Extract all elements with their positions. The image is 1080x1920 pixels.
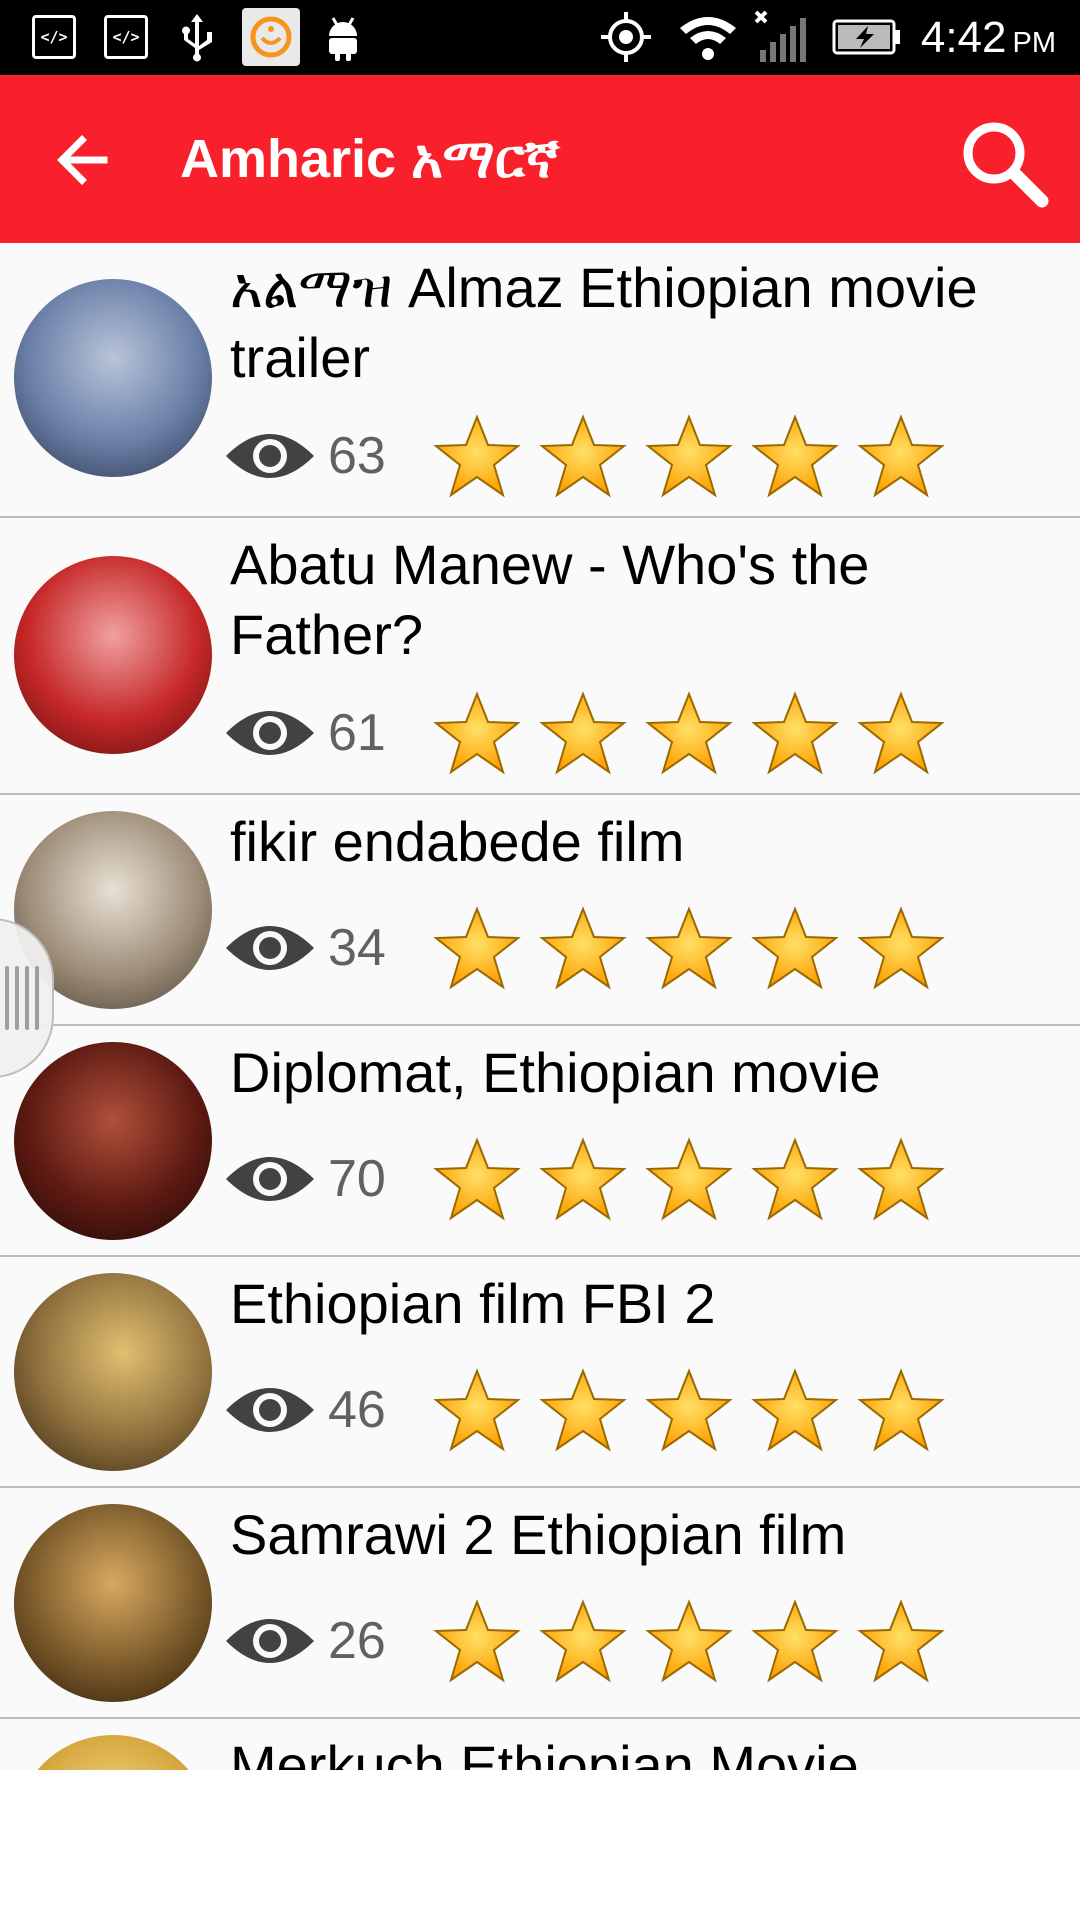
star-icon xyxy=(433,906,521,990)
star-icon xyxy=(645,906,733,990)
star-icon xyxy=(645,1368,733,1452)
video-meta: 26 xyxy=(224,1596,962,1686)
wifi-icon xyxy=(676,10,740,64)
status-time: 4:42 PM xyxy=(920,13,1056,62)
star-icon xyxy=(433,691,521,775)
video-meta: 70 xyxy=(224,1134,962,1224)
view-count: 63 xyxy=(328,427,386,485)
status-bar: </> </> 4:42 PM xyxy=(0,0,1080,75)
star-icon xyxy=(539,414,627,498)
star-rating xyxy=(432,1367,962,1453)
bottom-blank-area xyxy=(0,1770,1080,1920)
star-icon xyxy=(539,1599,627,1683)
video-title: Diplomat, Ethiopian movie xyxy=(230,1041,881,1104)
video-thumbnail xyxy=(14,279,212,477)
video-thumbnail xyxy=(14,1735,212,1770)
usb-icon xyxy=(172,10,222,64)
view-count: 61 xyxy=(328,704,386,762)
search-icon xyxy=(963,122,1049,208)
code-icon: </> xyxy=(32,15,76,59)
app-icon xyxy=(242,8,300,66)
star-icon xyxy=(857,414,945,498)
star-rating xyxy=(432,905,962,991)
list-item[interactable]: Diplomat, Ethiopian movie 70 xyxy=(0,1028,1080,1257)
video-title: Samrawi 2 Ethiopian film xyxy=(230,1503,847,1566)
star-rating xyxy=(432,1598,962,1684)
view-count: 34 xyxy=(328,919,386,977)
video-title: Merkuch Ethiopian Movie xyxy=(230,1734,859,1770)
video-thumbnail xyxy=(14,1042,212,1240)
star-icon xyxy=(645,414,733,498)
star-icon xyxy=(751,906,839,990)
list-item[interactable]: Merkuch Ethiopian Movie xyxy=(0,1721,1080,1770)
star-icon xyxy=(645,1599,733,1683)
app-bar: Amharic አማርኛ xyxy=(0,75,1080,243)
star-rating xyxy=(432,690,962,776)
star-icon xyxy=(645,1137,733,1221)
star-rating xyxy=(432,413,962,499)
arrow-left-icon xyxy=(57,135,108,185)
video-meta: 63 xyxy=(224,411,962,501)
video-meta: 61 xyxy=(224,688,962,778)
video-title: Abatu Manew - Who's the Father? xyxy=(230,533,870,666)
star-icon xyxy=(539,906,627,990)
star-icon xyxy=(857,906,945,990)
code-icon: </> xyxy=(104,15,148,59)
eye-icon xyxy=(226,1619,314,1663)
video-meta: 34 xyxy=(224,903,962,993)
video-title: አልማዝ Almaz Ethiopian movie trailer xyxy=(230,256,978,389)
star-icon xyxy=(539,691,627,775)
video-list[interactable]: አልማዝ Almaz Ethiopian movie trailer 63 Ab… xyxy=(0,243,1080,1770)
list-item[interactable]: አልማዝ Almaz Ethiopian movie trailer 63 xyxy=(0,243,1080,518)
battery-charging-icon xyxy=(832,10,902,64)
star-icon xyxy=(645,691,733,775)
list-item[interactable]: Ethiopian film FBI 2 46 xyxy=(0,1259,1080,1488)
eye-icon xyxy=(226,711,314,755)
back-button[interactable] xyxy=(48,125,118,195)
video-thumbnail xyxy=(14,556,212,754)
eye-icon xyxy=(226,1157,314,1201)
eye-icon xyxy=(226,434,314,478)
list-item[interactable]: fikir endabede film 34 xyxy=(0,797,1080,1026)
star-icon xyxy=(857,1368,945,1452)
eye-icon xyxy=(226,926,314,970)
view-count: 70 xyxy=(328,1150,386,1208)
video-title: Ethiopian film FBI 2 xyxy=(230,1272,716,1335)
star-icon xyxy=(539,1137,627,1221)
search-button[interactable] xyxy=(956,115,1052,211)
star-icon xyxy=(433,1137,521,1221)
star-icon xyxy=(751,1137,839,1221)
view-count: 26 xyxy=(328,1612,386,1670)
star-icon xyxy=(433,414,521,498)
eye-icon xyxy=(226,1388,314,1432)
star-rating xyxy=(432,1136,962,1222)
signal-icon xyxy=(752,10,812,64)
star-icon xyxy=(539,1368,627,1452)
page-title: Amharic አማርኛ xyxy=(180,129,559,189)
star-icon xyxy=(751,1368,839,1452)
gps-icon xyxy=(598,10,654,64)
star-icon xyxy=(857,691,945,775)
view-count: 46 xyxy=(328,1381,386,1439)
star-icon xyxy=(751,691,839,775)
star-icon xyxy=(857,1137,945,1221)
list-item[interactable]: Abatu Manew - Who's the Father? 61 xyxy=(0,520,1080,795)
star-icon xyxy=(857,1599,945,1683)
list-item[interactable]: Samrawi 2 Ethiopian film 26 xyxy=(0,1490,1080,1719)
star-icon xyxy=(433,1599,521,1683)
star-icon xyxy=(433,1368,521,1452)
video-meta: 46 xyxy=(224,1365,962,1455)
video-title: fikir endabede film xyxy=(230,810,685,873)
video-thumbnail xyxy=(14,1273,212,1471)
star-icon xyxy=(751,1599,839,1683)
android-icon xyxy=(318,10,368,64)
star-icon xyxy=(751,414,839,498)
video-thumbnail xyxy=(14,1504,212,1702)
